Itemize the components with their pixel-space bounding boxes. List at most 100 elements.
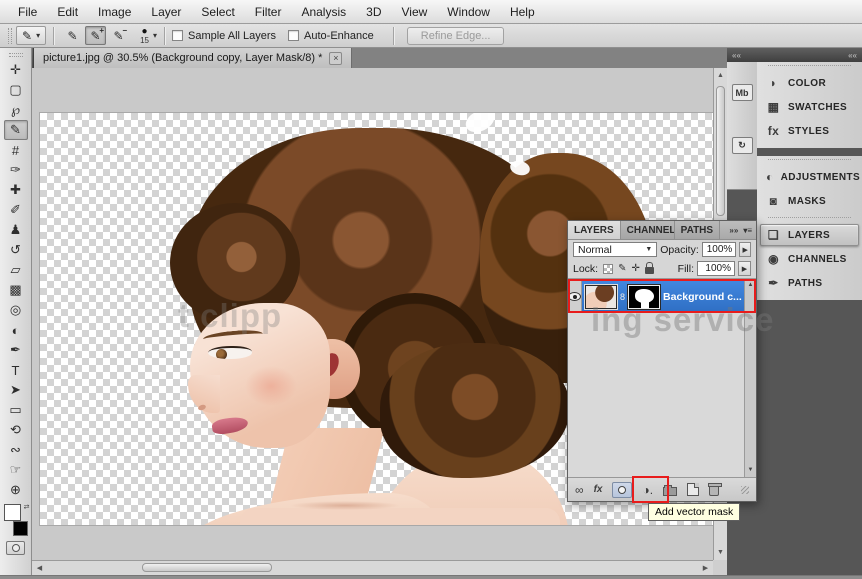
- lock-all-icon[interactable]: [645, 267, 654, 274]
- new-selection-mode[interactable]: ✎: [62, 26, 83, 45]
- lock-position-icon[interactable]: ✛: [632, 263, 640, 274]
- scroll-left-icon[interactable]: ◀: [33, 562, 46, 575]
- layer-style-icon[interactable]: fx: [594, 484, 603, 495]
- channels-icon: ◉: [766, 252, 781, 266]
- menu-analysis[interactable]: Analysis: [291, 2, 356, 22]
- dock-button-color[interactable]: ◗COLOR: [760, 72, 859, 94]
- menu-help[interactable]: Help: [500, 2, 545, 22]
- scroll-down-icon[interactable]: ▼: [745, 465, 756, 476]
- horizontal-scroll-thumb[interactable]: [142, 563, 272, 572]
- document-tab[interactable]: picture1.jpg @ 30.5% (Background copy, L…: [34, 48, 352, 68]
- move-tool[interactable]: ✛: [4, 60, 28, 80]
- menu-view[interactable]: View: [391, 2, 437, 22]
- menu-image[interactable]: Image: [88, 2, 141, 22]
- blur-tool[interactable]: ◎: [4, 300, 28, 320]
- vertical-scroll-thumb[interactable]: [716, 86, 725, 216]
- fill-value[interactable]: 100%: [697, 261, 735, 276]
- close-icon[interactable]: ×: [329, 52, 342, 65]
- crop-tool[interactable]: #: [4, 140, 28, 160]
- healing-brush-tool[interactable]: ✚: [4, 180, 28, 200]
- lasso-tool[interactable]: ℘: [4, 100, 28, 120]
- brush-tool[interactable]: ✐: [4, 200, 28, 220]
- dock-group: ◗COLOR▦SWATCHESfxSTYLES: [757, 62, 862, 148]
- sample-all-layers-checkbox[interactable]: [172, 30, 183, 41]
- link-layers-icon[interactable]: ∞: [575, 483, 584, 497]
- layers-panel-tab-channels[interactable]: CHANNELS: [621, 221, 675, 239]
- subtract-from-selection-mode[interactable]: ✎−: [108, 26, 129, 45]
- dock-button-styles[interactable]: fxSTYLES: [760, 120, 859, 142]
- horizontal-scrollbar[interactable]: ◀ ▶: [32, 560, 713, 575]
- auto-enhance-option: Auto-Enhance: [288, 30, 374, 42]
- history-panel-icon[interactable]: ↻: [732, 137, 753, 154]
- dock-button-layers[interactable]: ❏LAYERS: [760, 224, 859, 246]
- document-tab-bar: » picture1.jpg @ 30.5% (Background copy,…: [0, 48, 727, 68]
- panel-menu-icon[interactable]: ▾≡: [743, 226, 752, 235]
- annotation-red-box: [632, 476, 669, 503]
- pen-tool[interactable]: ✒: [4, 340, 28, 360]
- menu-window[interactable]: Window: [437, 2, 500, 22]
- separator: [164, 27, 165, 45]
- mini-bridge-icon[interactable]: Mb: [732, 84, 753, 101]
- clone-stamp-tool[interactable]: ♟: [4, 220, 28, 240]
- tab-overflow-icon[interactable]: »»: [729, 226, 738, 235]
- foreground-color-swatch[interactable]: [4, 504, 21, 521]
- blend-mode-select[interactable]: Normal ▼: [573, 242, 657, 257]
- rectangle-tool[interactable]: ▭: [4, 400, 28, 420]
- default-colors-icon[interactable]: ⇄: [24, 503, 30, 511]
- chevron-down-icon[interactable]: ▾: [153, 31, 157, 40]
- dodge-tool[interactable]: ◐: [4, 320, 28, 340]
- collapse-panels-icon[interactable]: ««: [848, 51, 857, 60]
- orbit-3d-tool[interactable]: ∾: [4, 440, 28, 460]
- gradient-tool[interactable]: ▩: [4, 280, 28, 300]
- add-layer-mask-button[interactable]: [612, 482, 632, 498]
- history-brush-tool[interactable]: ↺: [4, 240, 28, 260]
- chevron-down-icon: ▼: [645, 246, 652, 253]
- layers-panel-tab-paths[interactable]: PATHS: [675, 221, 720, 239]
- dock-button-channels[interactable]: ◉ CHANNELS: [760, 248, 859, 270]
- quick-mask-button[interactable]: [6, 541, 25, 555]
- tool-preset-picker[interactable]: ✎ ▾: [16, 26, 46, 45]
- dock-button-masks[interactable]: ◙MASKS: [760, 190, 859, 212]
- opacity-value[interactable]: 100%: [702, 242, 737, 257]
- panel-resize-grip[interactable]: [741, 486, 749, 494]
- dock-button-paths[interactable]: ✒PATHS: [760, 272, 859, 294]
- layers-panel: LAYERSCHANNELSPATHS»»▾≡ Normal ▼ Opacity…: [567, 220, 757, 502]
- hand-tool[interactable]: ☞: [4, 460, 28, 480]
- menu-3d[interactable]: 3D: [356, 2, 391, 22]
- menu-file[interactable]: File: [8, 2, 47, 22]
- menu-select[interactable]: Select: [191, 2, 244, 22]
- panel-dock: ◗COLOR▦SWATCHESfxSTYLES ◐ADJUSTMENTS◙MAS…: [757, 62, 862, 575]
- type-tool[interactable]: T: [4, 360, 28, 380]
- rectangular-marquee-tool[interactable]: ▢: [4, 80, 28, 100]
- delete-layer-icon[interactable]: [709, 485, 719, 496]
- eyedropper-tool[interactable]: ✑: [4, 160, 28, 180]
- eraser-tool[interactable]: ▱: [4, 260, 28, 280]
- new-layer-icon[interactable]: [687, 483, 699, 496]
- collapse-panels-icon[interactable]: ««: [732, 51, 741, 60]
- layers-icon: ❏: [766, 228, 781, 242]
- dock-button-swatches[interactable]: ▦SWATCHES: [760, 96, 859, 118]
- menu-layer[interactable]: Layer: [141, 2, 191, 22]
- dock-button-adjustments[interactable]: ◐ADJUSTMENTS: [760, 166, 859, 188]
- brush-size-picker[interactable]: ● 15: [140, 27, 149, 45]
- lock-pixels-icon[interactable]: ✎: [618, 263, 626, 274]
- refine-edge-button[interactable]: Refine Edge...: [407, 27, 505, 45]
- dock-group: ◐ADJUSTMENTS◙MASKS: [757, 156, 862, 218]
- quick-selection-tool[interactable]: ✎: [4, 120, 28, 140]
- auto-enhance-checkbox[interactable]: [288, 30, 299, 41]
- opacity-spinner[interactable]: ▶: [739, 242, 751, 257]
- menu-edit[interactable]: Edit: [47, 2, 88, 22]
- path-selection-tool[interactable]: ➤: [4, 380, 28, 400]
- fill-spinner[interactable]: ▶: [738, 261, 751, 276]
- scroll-up-icon[interactable]: ▲: [714, 69, 727, 82]
- menu-filter[interactable]: Filter: [245, 2, 292, 22]
- dock-label-channels: CHANNELS: [788, 254, 847, 265]
- layers-panel-tab-layers[interactable]: LAYERS: [568, 221, 621, 239]
- rotate-3d-tool[interactable]: ⟲: [4, 420, 28, 440]
- add-to-selection-mode[interactable]: ✎+: [85, 26, 106, 45]
- lock-transparency-icon[interactable]: [603, 264, 613, 274]
- scroll-right-icon[interactable]: ▶: [699, 562, 712, 575]
- zoom-tool[interactable]: ⊕: [4, 480, 28, 500]
- background-color-swatch[interactable]: [13, 521, 28, 536]
- scroll-down-icon[interactable]: ▼: [714, 546, 727, 559]
